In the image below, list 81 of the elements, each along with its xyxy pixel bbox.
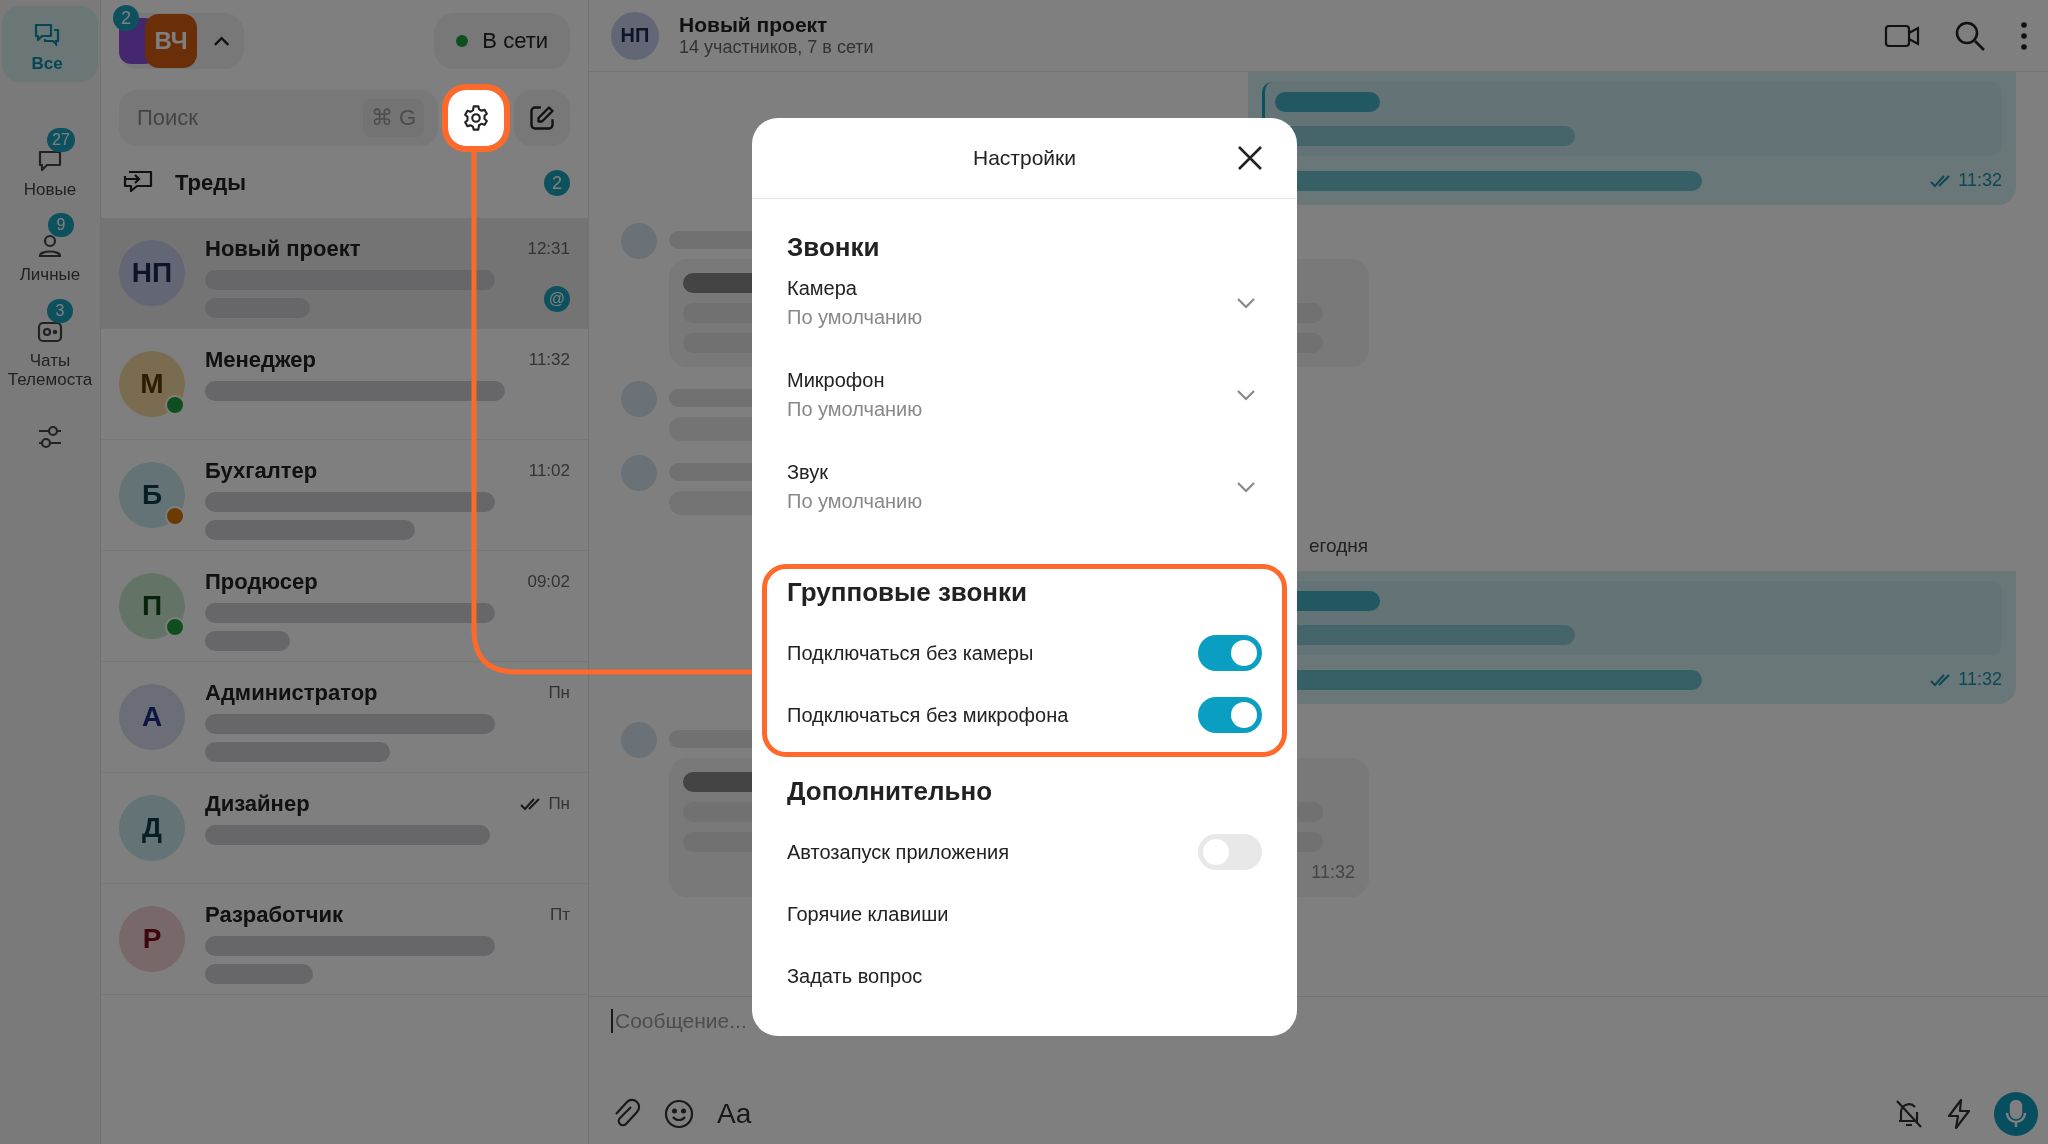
chat-item[interactable]: Б Бухгалтер 11:02 [101,440,588,551]
chat-time: Пн [548,683,570,703]
double-check-icon [1930,173,1953,188]
chat-title: Новый проект [679,13,829,37]
setting-label: Подключаться без камеры [787,641,1034,665]
chat-name: Менеджер [205,347,318,373]
unread-badge: 27 [47,127,75,152]
search-icon[interactable] [1954,19,1986,52]
compose-button[interactable] [514,90,570,146]
chat-item[interactable]: Р Разработчик Пт [101,884,588,995]
toggle-switch[interactable] [1198,697,1262,733]
filters-icon [36,423,64,450]
close-icon[interactable] [1237,145,1263,171]
settings-icon [462,104,490,132]
unread-badge: 9 [48,213,74,238]
avatar: НП [119,240,185,306]
video-camera-icon[interactable] [1884,22,1920,49]
chat-name: Разработчик [205,902,345,928]
threads-item[interactable]: Треды 2 [101,146,588,218]
setting-label: Автозапуск приложения [787,840,1010,864]
chat-time: 11:02 [528,461,570,481]
chat-subtitle: 14 участников, 7 в сети [679,37,875,58]
mention-badge: @ [543,286,570,312]
device-select[interactable]: Микрофон По умолчанию [787,369,1262,421]
bell-off-icon[interactable] [1894,1098,1924,1130]
pencil-square-icon [528,104,556,132]
chat-item[interactable]: НП Новый проект 12:31 @ [101,218,588,329]
lightning-icon[interactable] [1946,1098,1972,1130]
chevron-down-icon [1236,481,1256,493]
chat-name: Бухгалтер [205,458,319,484]
camera-icon [37,319,63,344]
account-badge: 2 [113,5,139,31]
device-select[interactable]: Звук По умолчанию [787,461,1262,513]
section-heading: Дополнительно [787,776,993,807]
setting-label: Подключаться без микрофона [787,703,1069,727]
microphone-icon [2005,1099,2027,1129]
settings-link[interactable]: Задать вопрос [787,964,923,988]
chat-name: Продюсер [205,569,319,595]
settings-link[interactable]: Горячие клавиши [787,902,949,926]
section-heading: Звонки [787,232,880,263]
chat-item[interactable]: М Менеджер 11:32 [101,329,588,440]
format-button[interactable]: Aa [717,1098,752,1130]
person-icon [38,233,62,260]
account-avatar: ВЧ [145,14,197,68]
avatar: Б [119,462,185,528]
double-check-icon [1930,672,1953,687]
message-time: 11:32 [1958,669,2002,690]
chat-item[interactable]: П Продюсер 09:02 [101,551,588,662]
chevron-down-icon [1236,297,1256,309]
chat-name: Администратор [205,680,379,706]
chat-item[interactable]: А Администратор Пн [101,662,588,773]
toggle-switch[interactable] [1198,635,1262,671]
avatar: П [119,573,185,639]
date-divider: егодня [1308,535,1369,556]
chat-avatar: НП [611,11,659,60]
threads-label: Треды [175,170,248,196]
device-select[interactable]: Камера По умолчанию [787,277,1262,329]
avatar: М [119,351,185,417]
avatar: А [119,684,185,750]
chat-time: Пт [550,905,570,925]
avatar: Р [119,906,185,972]
avatar: Д [119,795,185,861]
chat-time: 11:32 [528,350,570,370]
count-badge: 2 [544,170,570,196]
chat-name: Новый проект [205,236,362,262]
chat-bubble-icon [37,148,63,173]
message-time: 11:32 [1958,170,2002,191]
chevron-up-icon [212,35,230,47]
chat-time: Пн [548,794,570,814]
status-button[interactable]: В сети [434,13,570,69]
chat-name: Дизайнер [205,791,311,817]
chat-time: 09:02 [527,572,570,592]
chat-time: 12:31 [527,239,570,259]
chevron-down-icon [1236,389,1256,401]
smiley-icon[interactable] [663,1098,695,1130]
chat-item[interactable]: Д Дизайнер Пн [101,773,588,884]
section-heading: Групповые звонки [787,577,1028,608]
dialog-title: Настройки [973,146,1076,170]
chat-bubbles-icon [33,22,61,48]
more-icon[interactable] [2020,20,2028,51]
unread-badge: 3 [47,298,73,323]
